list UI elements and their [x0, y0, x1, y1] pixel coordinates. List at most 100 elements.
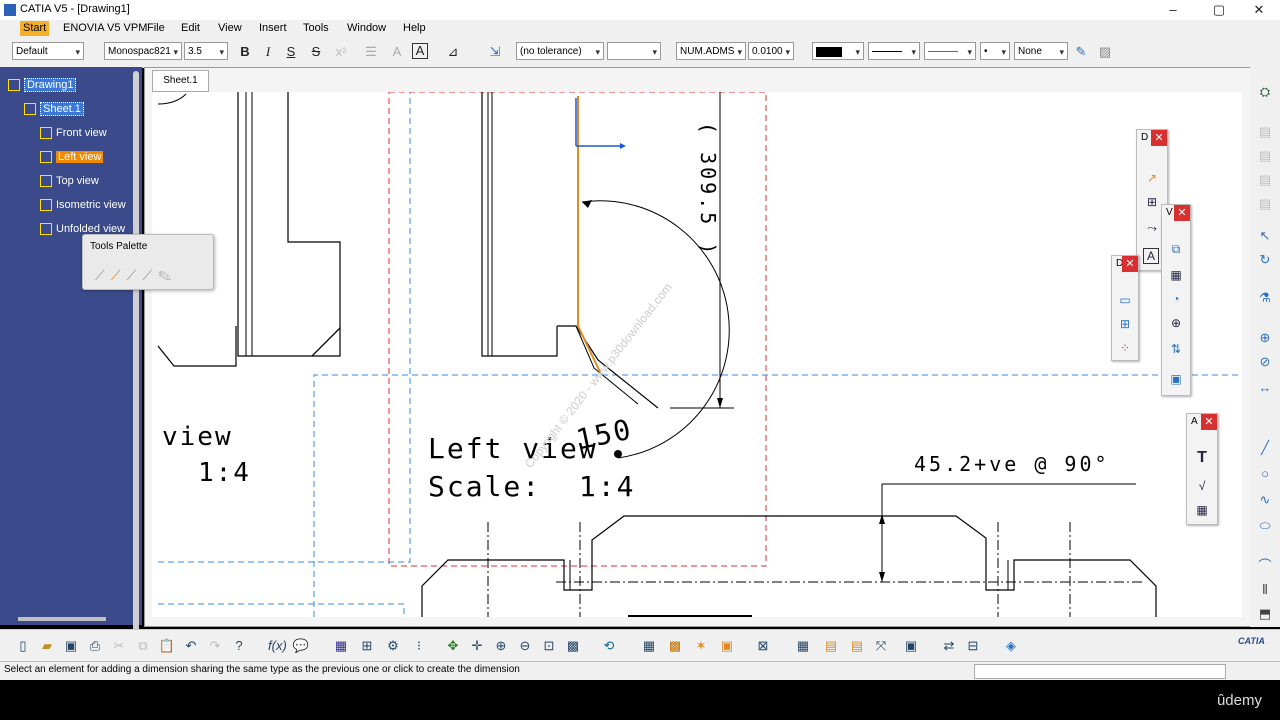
tree-vertical-scrollbar[interactable]: [133, 71, 139, 661]
tree-item-left-view[interactable]: Left view: [40, 150, 104, 164]
force-dimension-icon[interactable]: ⟋: [142, 267, 158, 283]
menu-help[interactable]: Help: [400, 21, 429, 36]
new-file-icon[interactable]: ▯: [14, 637, 32, 655]
print-icon[interactable]: ⎙: [86, 637, 104, 655]
spline-icon[interactable]: ∿: [1256, 491, 1274, 509]
analysis-icon[interactable]: ⚗: [1256, 289, 1274, 307]
strikethrough-button[interactable]: S: [307, 43, 325, 61]
tolerance-select[interactable]: (no tolerance) ▾: [516, 42, 604, 60]
vertical-dimension-text[interactable]: ( 309.5 ): [696, 122, 720, 257]
fit-selection-icon[interactable]: ▩: [564, 637, 582, 655]
tolerance-description-icon[interactable]: ⇲: [486, 43, 504, 61]
geometry-creation-icon[interactable]: ⤧: [872, 637, 890, 655]
command-input[interactable]: [974, 664, 1226, 679]
style-select[interactable]: Default ▾: [12, 42, 84, 60]
menu-file[interactable]: File: [144, 21, 168, 36]
zoom-area-icon[interactable]: ⊡: [540, 637, 558, 655]
undo-icon[interactable]: ↶: [182, 637, 200, 655]
align-left-icon[interactable]: ☰: [362, 43, 380, 61]
annotations-floating-toolbar[interactable]: A ✕ T √ ▦: [1186, 413, 1218, 525]
drawing-floating-toolbar[interactable]: D ✕ ▭ ⊞ ⁘: [1111, 255, 1139, 361]
font-select[interactable]: Monospac821 ▾: [104, 42, 182, 60]
tools-palette-icons[interactable]: ⟋⟋⟋⟋✎: [95, 267, 177, 284]
front-view-title[interactable]: view: [162, 422, 233, 452]
analysis-display-icon[interactable]: ✶: [692, 637, 710, 655]
redo-icon[interactable]: ↷: [206, 637, 224, 655]
tree-item-drawing[interactable]: Drawing1: [8, 78, 77, 92]
workbench-icon[interactable]: ⛭: [1256, 83, 1274, 101]
color-select[interactable]: ▾: [812, 42, 864, 60]
hatch-icon[interactable]: ▨: [1096, 43, 1114, 61]
dimension-edit-icon[interactable]: ⤳: [1143, 220, 1161, 236]
screen-capture-icon[interactable]: ▣: [902, 637, 920, 655]
fit-all-icon[interactable]: ✥: [444, 637, 462, 655]
point-type-select[interactable]: • ▾: [980, 42, 1010, 60]
catalog-icon[interactable]: ⊞: [358, 637, 376, 655]
open-file-icon[interactable]: ▰: [38, 637, 56, 655]
dimension-type-icon[interactable]: ⟋: [111, 267, 127, 283]
pan-icon[interactable]: ✛: [468, 637, 486, 655]
tree-horizontal-scrollbar[interactable]: [18, 617, 106, 621]
annotations-toolbar-close[interactable]: ✕: [1201, 414, 1217, 430]
pattern-select[interactable]: None ▾: [1014, 42, 1068, 60]
whats-this-icon[interactable]: ?: [230, 637, 248, 655]
dimensions-toolbar-close[interactable]: ✕: [1151, 130, 1167, 146]
new-sheet-icon[interactable]: ▭: [1116, 292, 1134, 308]
tolerance-icon[interactable]: ⊞: [1143, 194, 1161, 210]
clipping-view-icon[interactable]: ⊕: [1167, 315, 1185, 331]
tree-item-sheet[interactable]: Sheet.1: [24, 102, 84, 116]
menu-enovia[interactable]: ENOVIA V5 VPM: [60, 21, 150, 36]
dimension-system-icon[interactable]: ▤: [822, 637, 840, 655]
tree-item-isometric-view[interactable]: Isometric view: [40, 198, 130, 212]
select-icon[interactable]: ↖: [1256, 227, 1274, 245]
visualization-icon[interactable]: ◈: [1002, 637, 1020, 655]
update-icon[interactable]: ▤: [1256, 147, 1274, 165]
anchor-point-icon[interactable]: A: [388, 43, 406, 61]
left-view-scale[interactable]: Scale: 1:4: [428, 470, 635, 503]
tolerance-value-select[interactable]: ▾: [607, 42, 661, 60]
menu-edit[interactable]: Edit: [178, 21, 203, 36]
zoom-out-icon[interactable]: ⊖: [516, 637, 534, 655]
snap-icon[interactable]: ▩: [666, 637, 684, 655]
copy-icon[interactable]: ⧉: [134, 637, 152, 655]
symbol-icon[interactable]: ⊿: [444, 43, 462, 61]
projection-icon[interactable]: ⟋: [95, 267, 111, 283]
formula-icon[interactable]: f(x): [268, 637, 287, 655]
menu-start[interactable]: Start: [20, 21, 50, 36]
text-annotation-icon[interactable]: T: [1193, 450, 1211, 466]
tools-palette[interactable]: Tools Palette ⟋⟋⟋⟋✎: [82, 234, 214, 290]
close-button[interactable]: ✕: [1244, 1, 1274, 19]
superscript-icon[interactable]: x²: [332, 43, 350, 61]
grid-display-icon[interactable]: ▦: [794, 637, 812, 655]
maximize-button[interactable]: ▢: [1204, 1, 1234, 19]
zoom-in-icon[interactable]: ⊕: [492, 637, 510, 655]
cut-icon[interactable]: ✂: [110, 637, 128, 655]
transform-icon[interactable]: ⬒: [1256, 605, 1274, 623]
comment-icon[interactable]: 💬: [292, 637, 310, 655]
linetype-select[interactable]: ▾: [924, 42, 976, 60]
projection-view-icon[interactable]: ⧉: [1167, 241, 1185, 257]
tree-item-front-view[interactable]: Front view: [40, 126, 107, 140]
wizard-icon[interactable]: ▣: [1167, 371, 1185, 387]
roughness-symbol-icon[interactable]: √: [1193, 478, 1211, 494]
views-toolbar-close[interactable]: ✕: [1174, 205, 1190, 221]
left-view-title[interactable]: Left view: [428, 432, 598, 465]
tree-item-top-view[interactable]: Top view: [40, 174, 99, 188]
sketch-icon[interactable]: ▤: [1256, 171, 1274, 189]
copy-format-icon[interactable]: ✎: [1072, 43, 1090, 61]
ellipse-icon[interactable]: ⬭: [1256, 517, 1274, 535]
mirror-icon[interactable]: ⫴: [1256, 581, 1274, 599]
cut-icon[interactable]: ⊘: [1256, 353, 1274, 371]
table-icon[interactable]: ▦: [1193, 502, 1211, 518]
constraint-icon[interactable]: ▤: [848, 637, 866, 655]
instantiate-2d-icon[interactable]: ⁘: [1116, 340, 1134, 356]
dimensions-icon[interactable]: ↗: [1143, 170, 1161, 186]
save-icon[interactable]: ▣: [62, 637, 80, 655]
menu-insert[interactable]: Insert: [256, 21, 290, 36]
view-icon[interactable]: ▤: [1256, 195, 1274, 213]
grid-icon[interactable]: ▦: [640, 637, 658, 655]
fillet-icon[interactable]: ⌒: [1256, 557, 1274, 575]
knowledge-icon[interactable]: ⚙: [384, 637, 402, 655]
point-icon[interactable]: ⊕: [1256, 329, 1274, 347]
create-detected-icon[interactable]: ▣: [718, 637, 736, 655]
